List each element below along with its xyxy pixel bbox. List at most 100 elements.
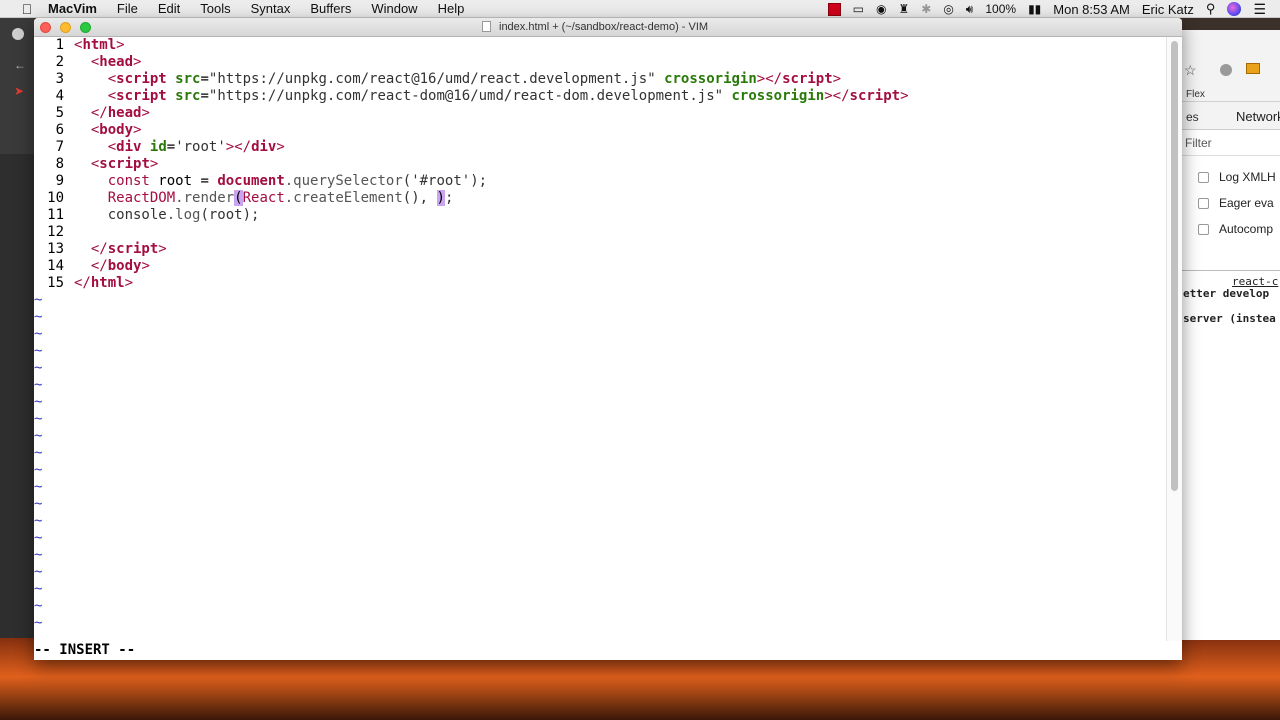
- record-icon[interactable]: [827, 2, 841, 16]
- battery-icon[interactable]: ▮▮: [1028, 2, 1041, 16]
- clock[interactable]: Mon 8:53 AM: [1053, 2, 1130, 17]
- bluetooth-icon[interactable]: ✱: [921, 2, 931, 16]
- wifi-icon[interactable]: ◎: [943, 2, 953, 16]
- identifier: ReactDOM: [107, 190, 176, 206]
- window-title: index.html + (~/sandbox/react-demo) - VI…: [499, 21, 709, 33]
- tag-name: script: [116, 71, 167, 87]
- identifier: document: [217, 173, 285, 189]
- option-label: Eager eva: [1219, 196, 1274, 210]
- menu-help[interactable]: Help: [438, 1, 465, 16]
- close-button[interactable]: [40, 22, 51, 33]
- tag-name: html: [90, 275, 125, 291]
- empty-line-marker: ~: [34, 377, 43, 393]
- minimize-button[interactable]: [60, 22, 71, 33]
- code-text: ;: [444, 190, 454, 206]
- menu-buffers[interactable]: Buffers: [310, 1, 351, 16]
- empty-line-marker: ~: [34, 343, 43, 359]
- code-text: ('#root');: [402, 173, 488, 189]
- code-line[interactable]: 14 </body>: [34, 258, 1164, 275]
- empty-line-marker: ~: [34, 326, 43, 342]
- code-line[interactable]: 6 <body>: [34, 122, 1164, 139]
- code-line[interactable]: 9 const root = document.querySelector('#…: [34, 173, 1164, 190]
- filter-input[interactable]: Filter: [1185, 136, 1212, 150]
- extension-icon[interactable]: [1246, 63, 1260, 74]
- code-line[interactable]: 3 <script src="https://unpkg.com/react@1…: [34, 71, 1164, 88]
- line-number: 6: [55, 122, 64, 138]
- empty-line-marker: ~: [34, 360, 43, 376]
- code-line[interactable]: 1 <html>: [34, 37, 1164, 54]
- empty-line-marker: ~: [34, 530, 43, 546]
- code-line[interactable]: 11 console.log(root);: [34, 207, 1164, 224]
- scrollbar-thumb[interactable]: [1171, 41, 1178, 491]
- tag-name: body: [99, 122, 134, 138]
- checkbox[interactable]: [1198, 197, 1209, 209]
- console-message: server (instea: [1183, 312, 1276, 325]
- search-icon[interactable]: ⚲: [1206, 1, 1216, 17]
- camera-icon[interactable]: ◉: [876, 2, 886, 16]
- option-log-xmlhttp[interactable]: Log XMLH: [1198, 170, 1276, 184]
- window-titlebar[interactable]: index.html + (~/sandbox/react-demo) - VI…: [34, 18, 1182, 37]
- text-cursor: ): [436, 190, 445, 206]
- menu-edit[interactable]: Edit: [158, 1, 180, 16]
- code-line[interactable]: 8 <script>: [34, 156, 1164, 173]
- volume-icon[interactable]: 🔊︎: [966, 2, 974, 17]
- editor-area[interactable]: 1 <html> 2 <head> 3 <script src="https://…: [34, 37, 1182, 641]
- checkbox[interactable]: [1198, 171, 1209, 183]
- code-line[interactable]: 5 </head>: [34, 105, 1164, 122]
- extension-dot-icon[interactable]: [1220, 64, 1232, 76]
- line-number: 5: [55, 105, 64, 121]
- star-icon[interactable]: ☆: [1184, 62, 1197, 79]
- option-eager-eval[interactable]: Eager eva: [1198, 196, 1274, 210]
- line-number: 7: [55, 139, 64, 155]
- tag-name: script: [99, 156, 150, 172]
- keyword: const: [107, 173, 150, 189]
- line-number: 14: [47, 258, 64, 274]
- line-number: 11: [47, 207, 64, 223]
- menu-bar:  MacVim File Edit Tools Syntax Buffers …: [0, 0, 1280, 18]
- checkbox[interactable]: [1198, 223, 1209, 235]
- code-line-current[interactable]: 10 ReactDOM.render(React.createElement()…: [34, 190, 1164, 207]
- empty-line-marker: ~: [34, 462, 43, 478]
- tag-name: div: [116, 139, 142, 155]
- macvim-window: index.html + (~/sandbox/react-demo) - VI…: [34, 18, 1182, 660]
- code-line[interactable]: 12: [34, 224, 1164, 241]
- empty-line-marker: ~: [34, 411, 43, 427]
- code-line[interactable]: 7 <div id='root'></div>: [34, 139, 1164, 156]
- apple-icon[interactable]: : [16, 1, 38, 17]
- tab-network[interactable]: Network: [1236, 109, 1280, 124]
- zoom-button[interactable]: [80, 22, 91, 33]
- option-autocomplete[interactable]: Autocomp: [1198, 222, 1273, 236]
- empty-line-marker: ~: [34, 598, 43, 614]
- code-line[interactable]: 13 </script>: [34, 241, 1164, 258]
- user-name[interactable]: Eric Katz: [1142, 2, 1194, 17]
- menu-app-name[interactable]: MacVim: [48, 1, 97, 16]
- line-number: 4: [55, 88, 64, 104]
- record-dot-icon: [12, 28, 24, 40]
- divider: [1180, 270, 1280, 271]
- code-line[interactable]: 2 <head>: [34, 54, 1164, 71]
- screen-icon[interactable]: ▭: [853, 2, 864, 16]
- background-window-left: ← ➤: [0, 18, 34, 638]
- siri-icon[interactable]: [1227, 2, 1242, 16]
- cat-icon[interactable]: ♜: [898, 2, 909, 16]
- tab-partial[interactable]: es: [1186, 110, 1199, 124]
- empty-line-marker: ~: [34, 547, 43, 563]
- code-line[interactable]: 15 </html>: [34, 275, 1164, 292]
- option-label: Autocomp: [1219, 222, 1274, 236]
- vertical-scrollbar[interactable]: [1166, 37, 1182, 641]
- status-area: ▭ ◉ ♜ ✱ ◎ 🔊︎ 100% ▮▮ Mon 8:53 AM Eric Ka…: [816, 0, 1280, 18]
- tag-name: head: [107, 105, 142, 121]
- menu-syntax[interactable]: Syntax: [251, 1, 291, 16]
- line-number: 8: [55, 156, 64, 172]
- attr-value: "https://unpkg.com/react@16/umd/react.de…: [208, 71, 656, 87]
- menu-tools[interactable]: Tools: [200, 1, 230, 16]
- code-text: (),: [402, 190, 437, 206]
- list-icon[interactable]: ☰: [1253, 1, 1266, 18]
- line-number: 10: [47, 190, 64, 206]
- tag-name: script: [782, 71, 833, 87]
- attr-name: crossorigin: [731, 88, 825, 104]
- menu-file[interactable]: File: [117, 1, 138, 16]
- app-icon: ➤: [14, 84, 25, 98]
- menu-window[interactable]: Window: [371, 1, 417, 16]
- code-line[interactable]: 4 <script src="https://unpkg.com/react-d…: [34, 88, 1164, 105]
